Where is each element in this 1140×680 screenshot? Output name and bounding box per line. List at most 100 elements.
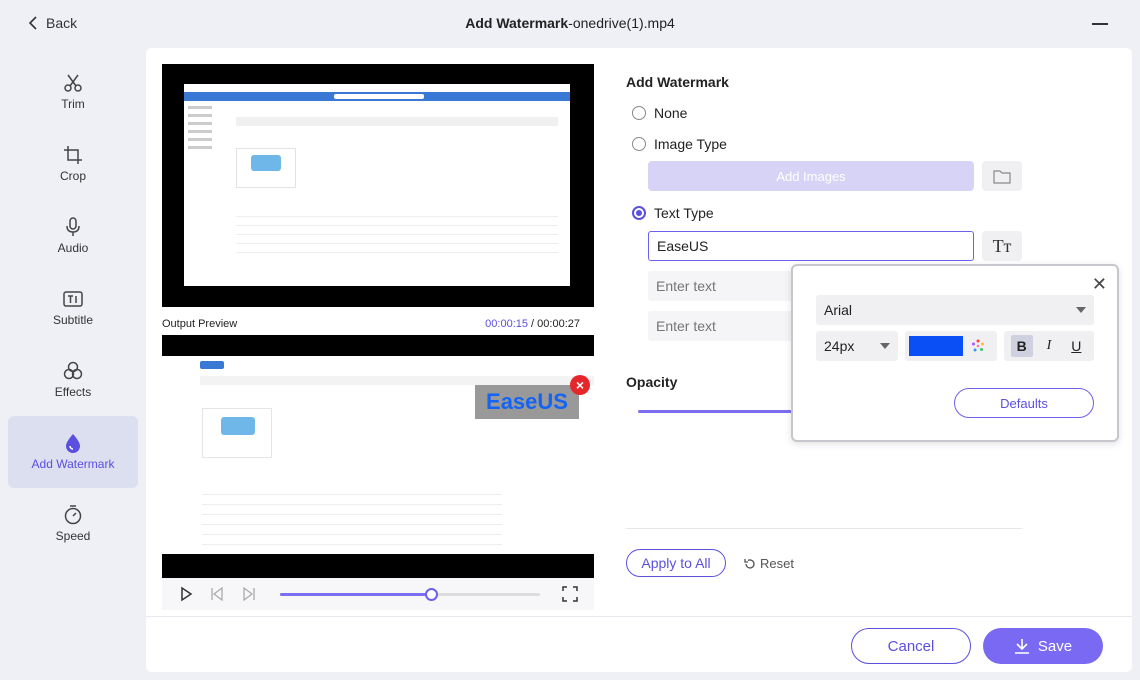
output-preview-video: EaseUS ×: [162, 335, 594, 578]
close-icon[interactable]: ✕: [1092, 274, 1107, 295]
progress-track[interactable]: [280, 588, 540, 601]
chevron-down-icon: [880, 343, 890, 349]
radio-label: Text Type: [654, 205, 714, 221]
time-separator: /: [528, 318, 538, 330]
radio-label: None: [654, 105, 688, 121]
scissors-icon: [64, 74, 82, 92]
frame-tile: [236, 148, 296, 188]
section-title: Add Watermark: [626, 74, 729, 90]
radio-text-type[interactable]: Text Type: [632, 205, 714, 221]
add-images-button[interactable]: Add Images: [648, 161, 974, 191]
title-file: -onedrive(1).mp4: [568, 15, 675, 31]
source-video: [162, 64, 594, 307]
microphone-icon: [66, 217, 80, 236]
watermark-text-input[interactable]: [648, 231, 974, 261]
next-frame-icon[interactable]: [242, 587, 256, 601]
underline-toggle[interactable]: U: [1065, 335, 1087, 357]
divider: [626, 528, 1022, 529]
frame-banner: [236, 117, 558, 126]
minimize-button[interactable]: [1092, 23, 1108, 25]
radio-image-type[interactable]: Image Type: [632, 136, 727, 152]
font-family-select[interactable]: Arial: [816, 295, 1094, 325]
crop-icon: [64, 146, 82, 164]
time-readout: 00:00:15 / 00:00:27: [485, 318, 580, 330]
remove-watermark-icon[interactable]: ×: [570, 375, 590, 395]
sidebar-item-label: Trim: [61, 97, 85, 111]
sidebar-item-subtitle[interactable]: Subtitle: [8, 272, 138, 344]
font-size-select[interactable]: 24px: [816, 331, 898, 361]
save-label: Save: [1037, 637, 1073, 655]
text-style-button[interactable]: Tт: [982, 231, 1022, 261]
main-panel: Output Preview 00:00:15 / 00:00:27 EaseU…: [146, 48, 1132, 672]
footer-divider: [146, 616, 1132, 617]
play-icon[interactable]: [178, 586, 194, 602]
bold-toggle[interactable]: B: [1010, 335, 1033, 357]
cancel-button[interactable]: Cancel: [851, 628, 971, 664]
frame-list: [202, 486, 502, 546]
output-video-frame: EaseUS ×: [162, 356, 594, 554]
window-title: Add Watermark-onedrive(1).mp4: [0, 15, 1140, 31]
reset-label: Reset: [760, 556, 794, 571]
download-icon: [1014, 639, 1029, 654]
watermark-preview[interactable]: EaseUS: [475, 385, 579, 419]
opacity-slider[interactable]: [638, 410, 798, 413]
radio-circle: [632, 106, 646, 120]
color-swatch: [909, 336, 963, 356]
chevron-down-icon: [1076, 307, 1086, 313]
reset-icon: [744, 558, 755, 569]
text-format-icon: Tт: [992, 236, 1012, 256]
sidebar-item-speed[interactable]: Speed: [8, 488, 138, 560]
title-bar: Back Add Watermark-onedrive(1).mp4: [0, 0, 1140, 48]
subtitle-icon: [63, 291, 83, 307]
sidebar: Trim Crop Audio Subtitle Effects Add Wat…: [8, 56, 138, 560]
frame-search: [334, 94, 424, 99]
sidebar-item-label: Crop: [59, 169, 86, 183]
frame-button: [200, 361, 224, 369]
playback-controls: [162, 578, 594, 610]
current-time: 00:00:15: [485, 318, 528, 330]
radio-label: Image Type: [654, 136, 727, 152]
apply-to-all-button[interactable]: Apply to All: [626, 549, 726, 577]
output-preview-label: Output Preview: [162, 318, 238, 330]
sidebar-item-label: Audio: [57, 241, 89, 255]
palette-icon[interactable]: [971, 339, 985, 353]
sidebar-item-label: Speed: [55, 529, 91, 543]
title-bold: Add Watermark: [465, 15, 569, 31]
browse-folder-button[interactable]: [982, 161, 1022, 191]
opacity-title: Opacity: [626, 374, 678, 390]
sidebar-item-crop[interactable]: Crop: [8, 128, 138, 200]
droplet-icon: [66, 434, 80, 453]
fullscreen-icon[interactable]: [562, 586, 578, 602]
previous-frame-icon[interactable]: [210, 587, 224, 601]
sidebar-item-audio[interactable]: Audio: [8, 200, 138, 272]
italic-toggle[interactable]: I: [1038, 335, 1060, 357]
font-family-value: Arial: [824, 302, 853, 318]
folder-icon: [993, 170, 1011, 184]
sidebar-item-add-watermark[interactable]: Add Watermark: [8, 416, 138, 488]
sidebar-item-label: Subtitle: [52, 313, 94, 327]
progress-fill: [280, 593, 431, 596]
frame-list: [236, 209, 558, 254]
radio-circle: [632, 137, 646, 151]
total-time: 00:00:27: [537, 318, 580, 330]
sidebar-item-label: Add Watermark: [31, 457, 115, 471]
sidebar-item-trim[interactable]: Trim: [8, 56, 138, 128]
effects-icon: [63, 361, 83, 380]
frame-banner: [200, 376, 594, 385]
sidebar-item-label: Effects: [54, 385, 92, 399]
radio-none[interactable]: None: [632, 105, 687, 121]
sidebar-item-effects[interactable]: Effects: [8, 344, 138, 416]
save-button[interactable]: Save: [983, 628, 1103, 664]
text-style-toggles: B I U: [1004, 331, 1094, 361]
reset-button[interactable]: Reset: [744, 556, 794, 571]
frame-left-nav: [188, 106, 228, 154]
frame-tile: [202, 408, 272, 458]
font-color-picker[interactable]: [905, 331, 997, 361]
radio-circle: [632, 206, 646, 220]
font-style-popup: ✕ Arial 24px B I U Defaults: [791, 264, 1119, 442]
source-video-frame: [184, 84, 570, 286]
preview-row: Output Preview 00:00:15 / 00:00:27: [162, 318, 580, 330]
font-size-value: 24px: [824, 338, 855, 354]
progress-handle[interactable]: [424, 588, 438, 601]
defaults-button[interactable]: Defaults: [954, 388, 1094, 418]
